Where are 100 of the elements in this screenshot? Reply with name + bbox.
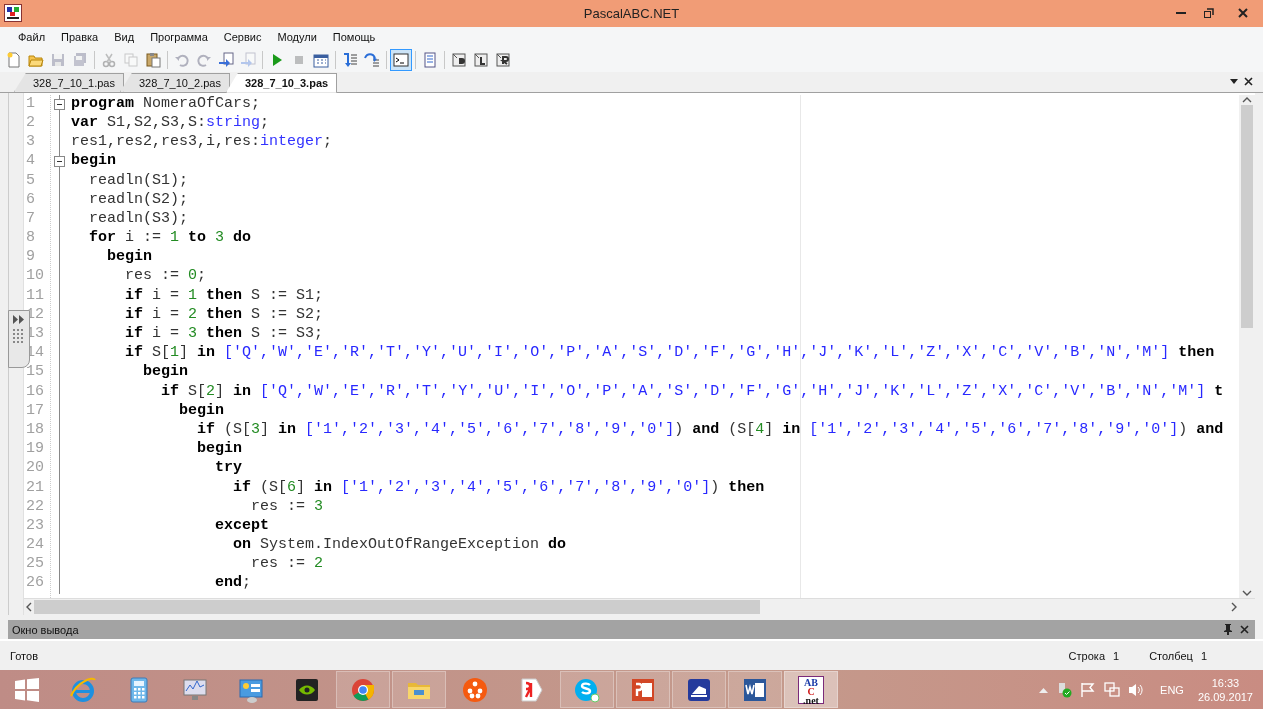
flag-icon[interactable] (1080, 681, 1097, 698)
template-l-icon (473, 51, 489, 68)
app-logo-icon (4, 4, 22, 23)
line-number: 9 (25, 248, 36, 268)
line-number: 3 (25, 133, 36, 153)
code-line: program NomeraOfCars; (71, 94, 261, 114)
floppy-disks-icon (72, 51, 88, 68)
line-number: 24 (25, 536, 45, 556)
step-into-icon (342, 51, 358, 68)
taskbar-app-button[interactable] (728, 671, 782, 709)
console-window-button[interactable] (390, 48, 412, 71)
template-d-icon (451, 51, 467, 68)
line-number: 26 (25, 574, 45, 594)
usb-check-icon[interactable] (1056, 681, 1073, 698)
code-line: if i = 2 then S := S2; (124, 305, 324, 325)
line-number: 7 (25, 209, 36, 229)
clock-date: 26.09.2017 (1197, 690, 1253, 703)
tray-up-caret-icon[interactable] (1039, 686, 1049, 693)
code-line: begin (71, 152, 116, 172)
menu-item[interactable]: Сервис (215, 29, 270, 46)
code-line: res := 0; (124, 267, 207, 287)
code-line: begin (106, 248, 152, 268)
fold-toggle-icon[interactable] (54, 156, 65, 168)
document-arrow-icon (240, 51, 256, 68)
column-label: Столбец (1149, 649, 1193, 662)
code-line: try (214, 459, 243, 479)
code-line: for i := 1 to 3 do (88, 229, 252, 249)
fold-toggle-icon[interactable] (54, 98, 65, 110)
menu-item[interactable]: Помощь (324, 29, 384, 46)
code-line: begin (196, 440, 243, 460)
line-number: 16 (25, 382, 45, 402)
status-text: Готов (10, 649, 38, 662)
line-number: 5 (25, 171, 36, 191)
code-line: on System.IndexOutOfRangeException do (232, 536, 567, 556)
file-tab[interactable]: 328_7_10_1.pas (14, 72, 124, 92)
clock-time: 16:33 (1211, 676, 1240, 689)
template-r-icon (495, 51, 511, 68)
step-over-icon (364, 51, 380, 68)
menu-item[interactable]: Программа (142, 29, 216, 46)
calendar-icon (313, 51, 329, 68)
line-number: 22 (25, 497, 45, 517)
file-tab[interactable]: 328_7_10_2.pas (119, 72, 230, 92)
browser-e-icon (69, 675, 97, 704)
taskbar-app-button[interactable] (672, 671, 726, 709)
taskbar-app-button[interactable]: AB C .net (784, 671, 838, 709)
scissors-icon (101, 51, 117, 68)
code-line: if (S[3] in ['1','2','3','4','5','6','7','8','9','0']) and (S[4] in ['1','2','3','4','5','6','7','8','9','0']) and (196, 421, 1224, 440)
code-line: var S1,S2,S3,S:string; (71, 114, 270, 133)
close-icon[interactable] (1240, 625, 1249, 635)
line-number: 10 (25, 267, 45, 287)
row-label: Строка (1068, 649, 1105, 662)
film-reel-icon (461, 675, 489, 704)
row-value: 1 (1113, 649, 1120, 662)
code-line: readln(S1); (88, 171, 189, 191)
scrollbar-thumb[interactable] (1241, 104, 1253, 328)
line-number: 17 (25, 401, 45, 421)
code-line: begin (178, 401, 225, 421)
column-value: 1 (1200, 649, 1207, 662)
code-line: if i = 3 then S := S3; (124, 325, 324, 345)
line-number: 6 (25, 190, 36, 210)
copy-icon (123, 51, 139, 68)
close-icon (1238, 8, 1248, 19)
speaker-icon[interactable] (1128, 681, 1145, 698)
code-line: end; (214, 574, 252, 594)
line-number: 1 (25, 94, 36, 114)
line-number: 2 (25, 114, 36, 133)
menu-item[interactable]: Вид (106, 29, 143, 46)
horizontal-scrollbar[interactable] (24, 598, 1255, 616)
code-line: if (S[6] in ['1','2','3','4','5','6','7','8','9','0']) then (232, 478, 765, 498)
minimize-icon (1176, 12, 1186, 15)
code-line: begin (142, 363, 189, 383)
scroll-right-icon (1231, 602, 1239, 613)
file-tab[interactable]: 328_7_10_3.pas (225, 72, 338, 93)
console-window-icon (393, 51, 409, 68)
code-line: readln(S2); (88, 190, 189, 210)
menu-item[interactable]: Модули (269, 29, 325, 46)
windows-logo-icon (15, 677, 39, 702)
line-number: 19 (25, 440, 45, 460)
pin-icon[interactable] (1224, 624, 1232, 636)
line-number: 11 (25, 286, 45, 306)
abc-logo: AB C .net (798, 675, 824, 704)
line-number: 18 (25, 421, 45, 440)
close-icon[interactable] (1244, 77, 1253, 87)
document-lines-icon (422, 51, 438, 68)
menu-item[interactable]: Файл (10, 29, 54, 46)
dropdown-caret-icon[interactable] (1230, 78, 1238, 85)
taskbar-app-button[interactable] (616, 671, 670, 709)
restore-icon (1204, 8, 1214, 19)
vertical-scrollbar[interactable] (1239, 94, 1255, 599)
scrollbar-thumb[interactable] (34, 600, 760, 615)
code-line: res1,res2,res3,i,res:integer; (71, 133, 333, 153)
double-chevron-icon (13, 314, 25, 324)
line-number: 4 (25, 152, 36, 172)
line-number: 21 (25, 478, 45, 498)
code-line: if S[2] in ['Q','W','E','R','T','Y','U','I','O','P','A','S','D','F','G','H','J','K','L','Z','X','C','V','B','N','M'] t (160, 382, 1224, 402)
line-number: 8 (25, 229, 36, 249)
menu-item[interactable]: Правка (53, 29, 107, 46)
line-number: 23 (25, 516, 45, 536)
line-number: 15 (25, 363, 45, 383)
network-icon[interactable] (1104, 681, 1121, 698)
